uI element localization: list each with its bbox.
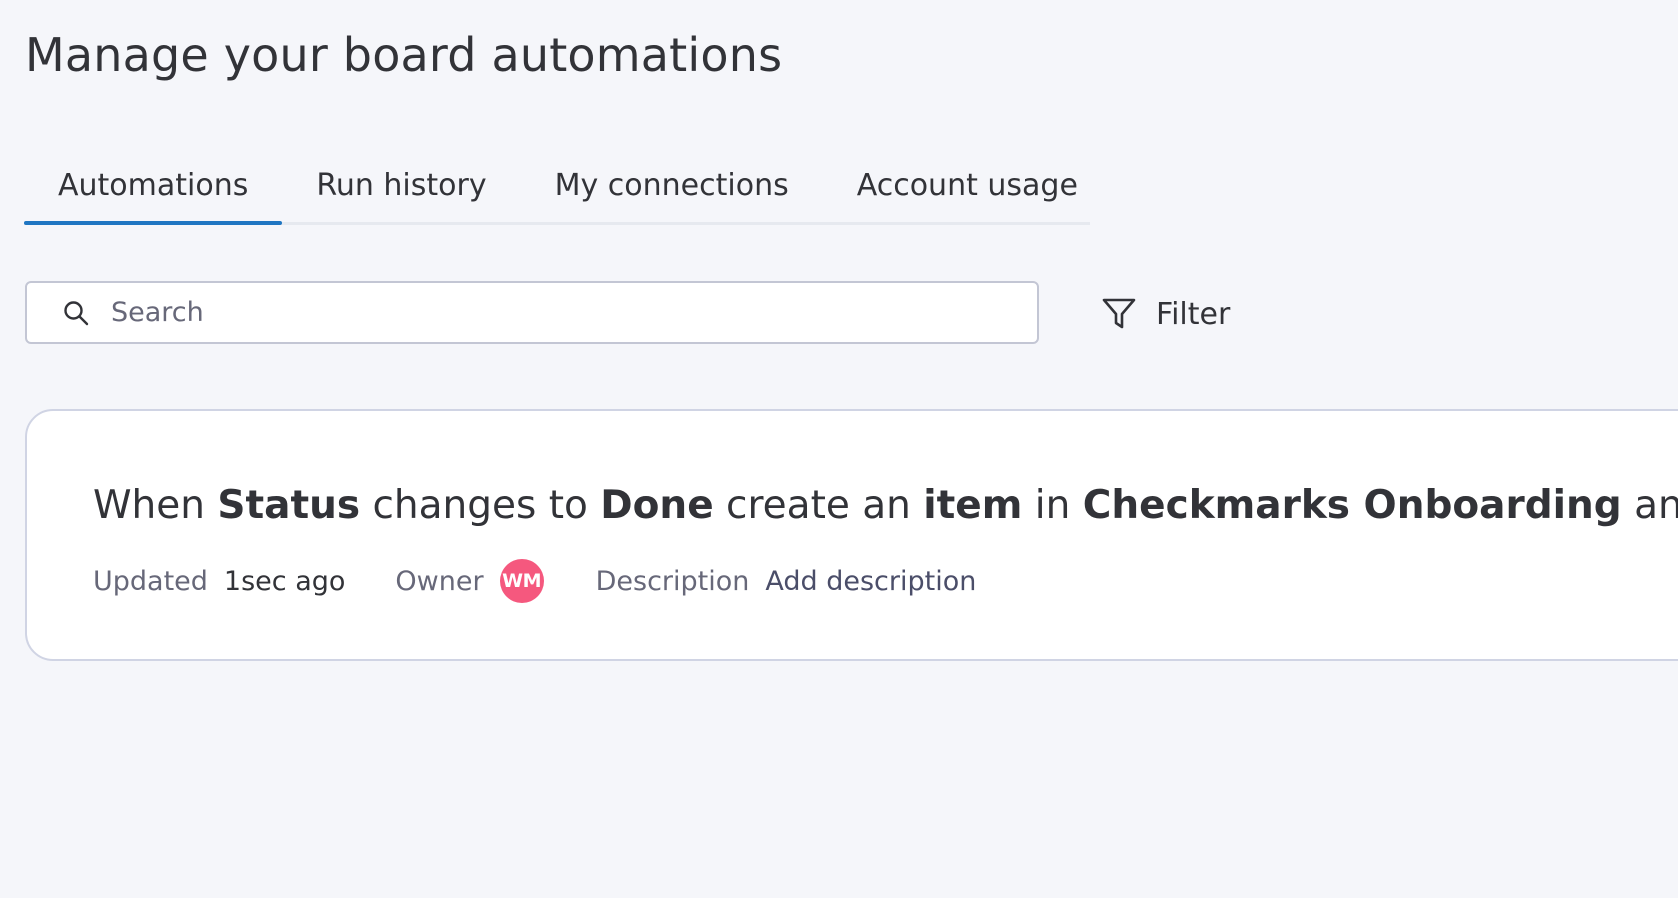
filter-label: Filter bbox=[1156, 296, 1231, 332]
recipe-text: When bbox=[93, 483, 218, 528]
recipe-text: create an bbox=[713, 483, 924, 528]
tab-label: My connections bbox=[554, 167, 789, 203]
tab-label: Account usage bbox=[856, 167, 1078, 203]
tab-my-connections[interactable]: My connections bbox=[521, 145, 823, 225]
description-label: Description bbox=[595, 565, 750, 597]
updated-label: Updated bbox=[93, 565, 208, 597]
owner-label: Owner bbox=[395, 565, 484, 597]
tab-label: Run history bbox=[316, 167, 487, 203]
automation-meta: Updated 1sec ago Owner WM Description Ad… bbox=[93, 559, 976, 603]
search-box bbox=[25, 281, 1039, 344]
search-icon bbox=[61, 298, 91, 328]
add-description-link[interactable]: Add description bbox=[765, 566, 976, 597]
tab-automations[interactable]: Automations bbox=[24, 145, 283, 225]
filter-button[interactable]: Filter bbox=[1100, 286, 1230, 342]
automation-card[interactable]: When Status changes to Done create an it… bbox=[25, 409, 1678, 661]
automation-recipe: When Status changes to Done create an it… bbox=[93, 483, 1678, 528]
page-title: Manage your board automations bbox=[25, 28, 783, 82]
tab-label: Automations bbox=[58, 167, 249, 203]
filter-icon bbox=[1100, 295, 1138, 333]
recipe-text: changes to bbox=[360, 483, 601, 528]
recipe-item: item bbox=[923, 483, 1023, 528]
recipe-text: in bbox=[1022, 483, 1083, 528]
search-input[interactable] bbox=[109, 286, 993, 339]
tab-account-usage[interactable]: Account usage bbox=[823, 145, 1112, 225]
recipe-board: Checkmarks Onboarding bbox=[1082, 483, 1622, 528]
recipe-status: Status bbox=[217, 483, 361, 528]
recipe-text: and connect bbox=[1634, 483, 1678, 528]
tab-bar: Automations Run history My connections A… bbox=[24, 142, 1090, 225]
owner-avatar[interactable]: WM bbox=[499, 559, 544, 603]
recipe-done: Done bbox=[600, 483, 714, 528]
tab-run-history[interactable]: Run history bbox=[282, 145, 520, 225]
automations-page: Manage your board automations Automation… bbox=[0, 0, 1678, 898]
updated-value: 1sec ago bbox=[223, 565, 346, 597]
